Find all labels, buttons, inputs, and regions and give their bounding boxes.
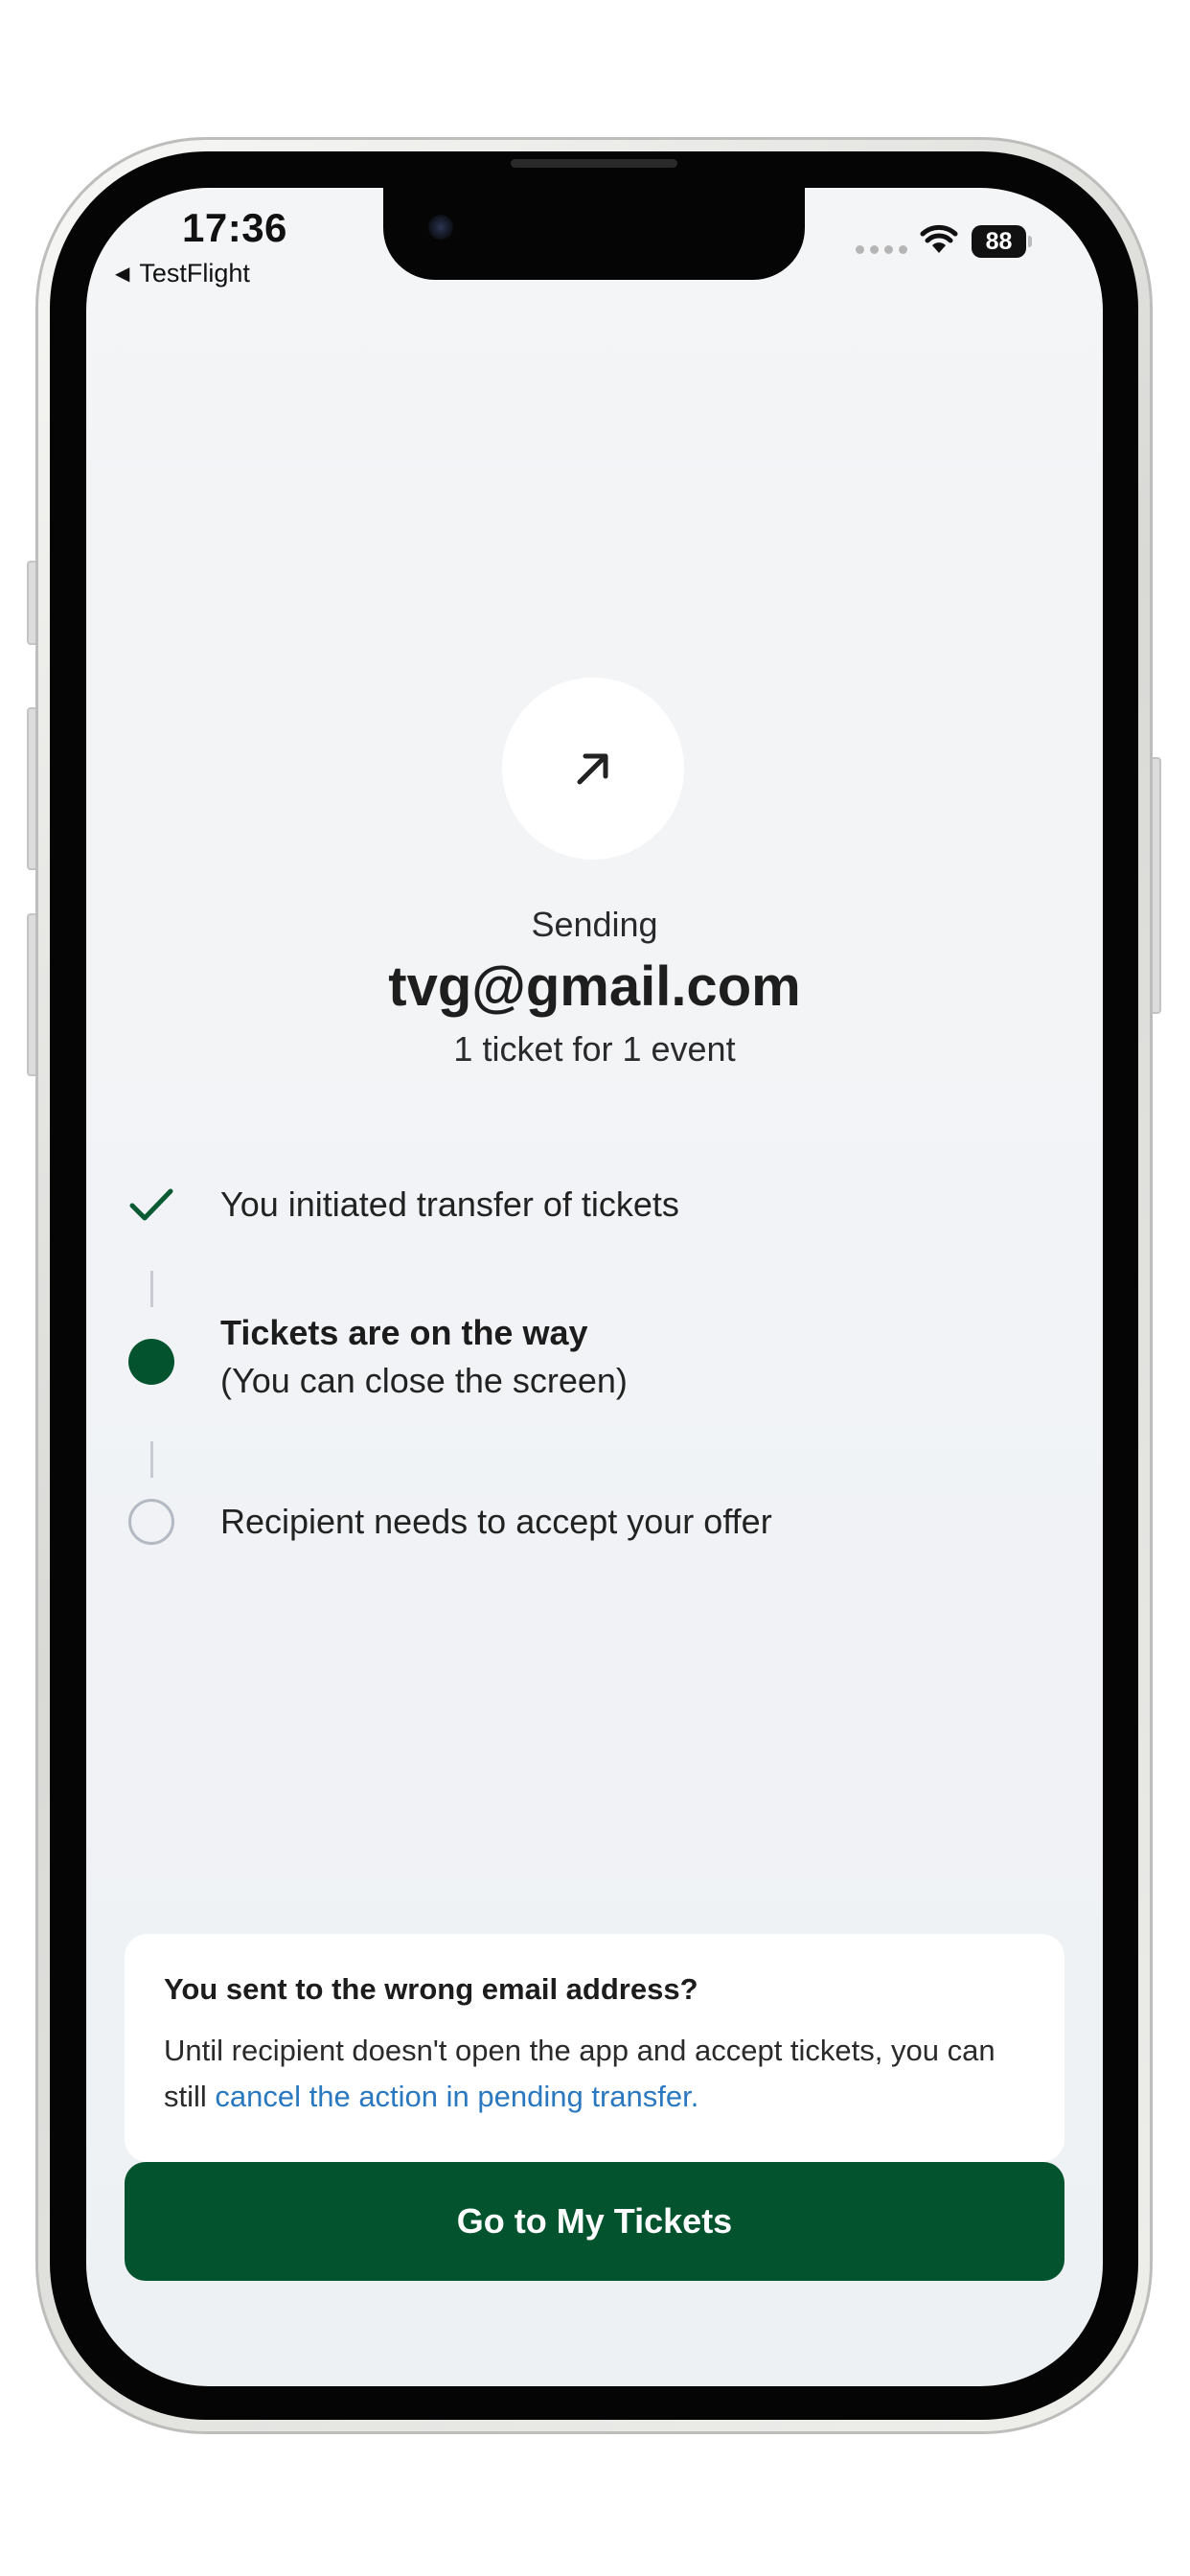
empty-circle-icon [128, 1499, 174, 1545]
notch [383, 188, 805, 280]
step-connector [150, 1441, 153, 1478]
step-initiated-label: You initiated transfer of tickets [220, 1184, 679, 1224]
app-screen: 17:36 ◀ TestFlight 88 Sending tvg@gmail.… [86, 188, 1103, 2386]
back-to-app-link[interactable]: ◀ TestFlight [115, 259, 250, 288]
front-camera-icon [428, 215, 453, 240]
cancel-pending-transfer-link[interactable]: cancel the action in pending transfer. [215, 2080, 698, 2113]
wrong-email-title: You sent to the wrong email address? [164, 1972, 698, 2006]
transfer-status-label: Sending [531, 905, 658, 944]
transfer-summary: 1 ticket for 1 event [453, 1029, 736, 1069]
step-on-the-way-sublabel: (You can close the screen) [220, 1361, 628, 1400]
go-to-my-tickets-button[interactable]: Go to My Tickets [125, 2162, 1064, 2281]
step-on-the-way: Tickets are on the way (You can close th… [220, 1309, 628, 1405]
step-connector [150, 1271, 153, 1307]
wifi-icon [920, 224, 958, 253]
phone-mockup: 17:36 ◀ TestFlight 88 Sending tvg@gmail.… [0, 0, 1190, 2576]
step-recipient-accept-label: Recipient needs to accept your offer [220, 1502, 772, 1541]
battery-tip [1028, 236, 1032, 247]
back-app-label: TestFlight [139, 259, 250, 288]
step-recipient-accept: Recipient needs to accept your offer [220, 1498, 772, 1546]
earpiece-speaker [511, 159, 677, 168]
wrong-email-card: You sent to the wrong email address? Unt… [125, 1934, 1064, 2162]
back-triangle-icon: ◀ [115, 264, 130, 285]
step-on-the-way-label: Tickets are on the way [220, 1313, 588, 1352]
status-time: 17:36 [182, 205, 287, 250]
wrong-email-body: Until recipient doesn't open the app and… [164, 2028, 1036, 2120]
arrow-up-right-icon [502, 678, 684, 860]
checkmark-icon [129, 1188, 173, 1221]
filled-dot-icon [128, 1339, 174, 1385]
step-initiated: You initiated transfer of tickets [220, 1181, 679, 1229]
recipient-email: tvg@gmail.com [388, 955, 801, 1018]
cellular-signal-icon [856, 245, 907, 254]
battery-icon: 88 [972, 225, 1026, 258]
